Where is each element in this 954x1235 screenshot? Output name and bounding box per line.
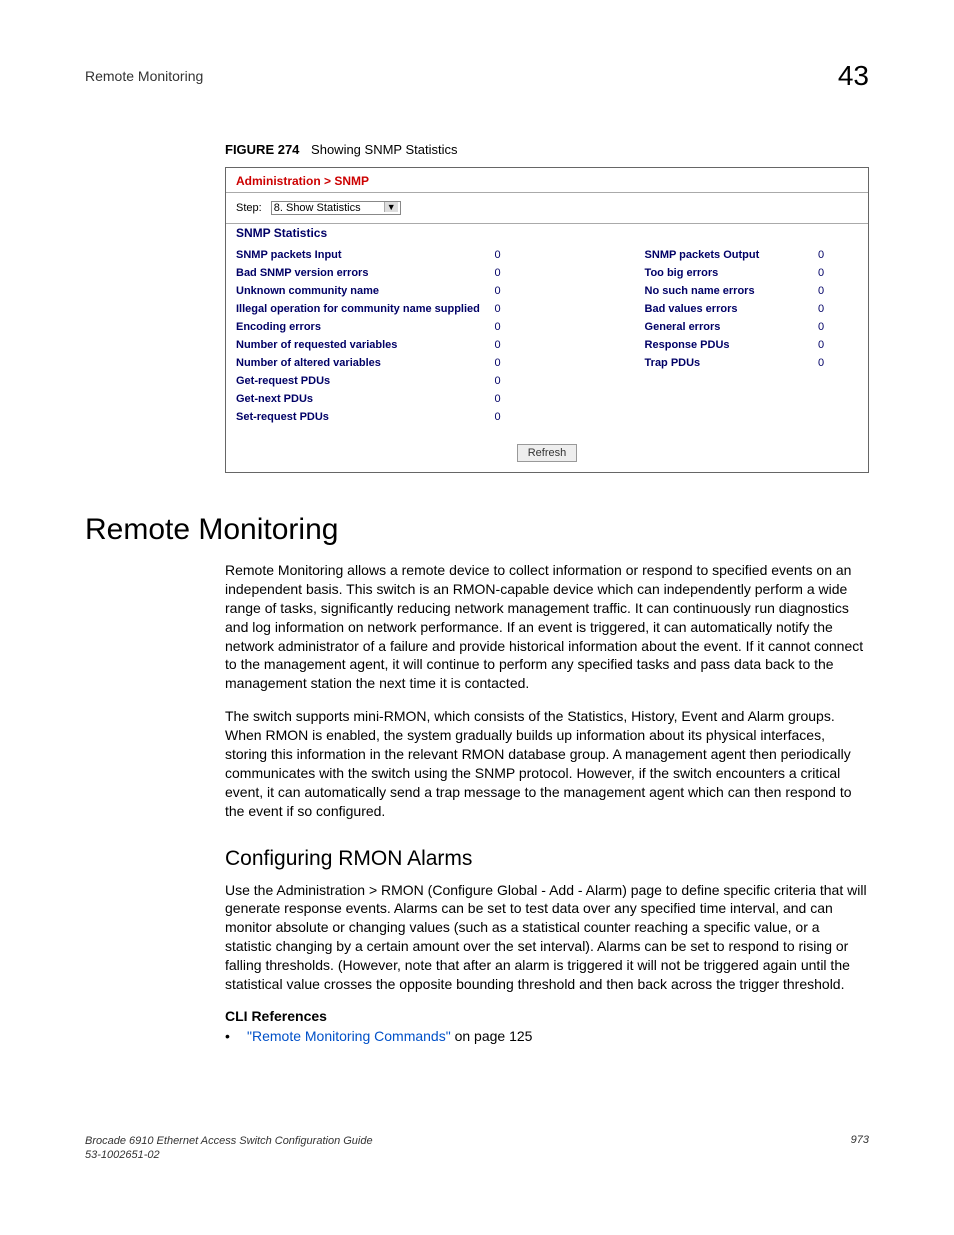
- stat-row: Illegal operation for community name sup…: [236, 300, 535, 318]
- stat-label: Trap PDUs: [535, 357, 818, 369]
- page-number: 973: [851, 1134, 869, 1163]
- stat-row: Encoding errors0: [236, 318, 535, 336]
- stat-row: Trap PDUs0: [535, 354, 858, 372]
- stat-label: Response PDUs: [535, 339, 818, 351]
- stat-value: 0: [495, 267, 535, 279]
- stats-grid: SNMP packets Input0Bad SNMP version erro…: [226, 246, 868, 436]
- stat-label: No such name errors: [535, 285, 818, 297]
- stats-title: SNMP Statistics: [226, 223, 868, 246]
- step-label: Step:: [236, 202, 262, 214]
- stat-value: 0: [495, 321, 535, 333]
- stat-value: 0: [495, 357, 535, 369]
- stat-label: Unknown community name: [236, 285, 495, 297]
- stat-value: 0: [495, 411, 535, 423]
- bullet-icon: •: [225, 1028, 247, 1044]
- stat-value: 0: [818, 357, 858, 369]
- stat-value: 0: [818, 339, 858, 351]
- refresh-button[interactable]: Refresh: [517, 444, 578, 462]
- stat-row: Unknown community name0: [236, 282, 535, 300]
- stat-row: Get-request PDUs0: [236, 372, 535, 390]
- subsection-p1: Use the Administration > RMON (Configure…: [225, 881, 869, 994]
- cli-text: "Remote Monitoring Commands" on page 125: [247, 1028, 532, 1044]
- cli-link[interactable]: "Remote Monitoring Commands": [247, 1028, 451, 1044]
- chevron-down-icon: ▼: [384, 202, 398, 212]
- stat-row: Too big errors0: [535, 264, 858, 282]
- refresh-row: Refresh: [226, 436, 868, 472]
- stat-row: Number of requested variables0: [236, 336, 535, 354]
- stat-value: 0: [818, 285, 858, 297]
- stat-label: Get-request PDUs: [236, 375, 495, 387]
- page-header: Remote Monitoring 43: [85, 60, 869, 92]
- stat-row: SNMP packets Input0: [236, 246, 535, 264]
- cli-tail: on page 125: [451, 1028, 533, 1044]
- stat-value: 0: [495, 249, 535, 261]
- stat-label: Encoding errors: [236, 321, 495, 333]
- page-footer: Brocade 6910 Ethernet Access Switch Conf…: [85, 1134, 869, 1163]
- step-dropdown[interactable]: 8. Show Statistics ▼: [271, 201, 401, 215]
- stat-value: 0: [818, 267, 858, 279]
- stat-value: 0: [495, 375, 535, 387]
- stat-label: General errors: [535, 321, 818, 333]
- stat-row: Bad values errors0: [535, 300, 858, 318]
- stat-value: 0: [818, 321, 858, 333]
- subsection-heading: Configuring RMON Alarms: [225, 847, 869, 871]
- stat-label: Illegal operation for community name sup…: [236, 303, 495, 315]
- stat-row: Get-next PDUs0: [236, 390, 535, 408]
- figure-panel: Administration > SNMP Step: 8. Show Stat…: [225, 167, 869, 473]
- stats-col-left: SNMP packets Input0Bad SNMP version erro…: [236, 246, 535, 426]
- stat-label: Set-request PDUs: [236, 411, 495, 423]
- stat-value: 0: [818, 303, 858, 315]
- section-p1: Remote Monitoring allows a remote device…: [225, 561, 869, 693]
- cli-bullet: • "Remote Monitoring Commands" on page 1…: [225, 1028, 869, 1044]
- stat-label: SNMP packets Input: [236, 249, 495, 261]
- stat-value: 0: [495, 339, 535, 351]
- stat-value: 0: [495, 285, 535, 297]
- stat-value: 0: [495, 393, 535, 405]
- stat-row: Set-request PDUs0: [236, 408, 535, 426]
- stat-label: Bad values errors: [535, 303, 818, 315]
- stat-label: Too big errors: [535, 267, 818, 279]
- stat-row: Bad SNMP version errors0: [236, 264, 535, 282]
- stat-label: Number of altered variables: [236, 357, 495, 369]
- stat-row: No such name errors0: [535, 282, 858, 300]
- section-p2: The switch supports mini-RMON, which con…: [225, 707, 869, 820]
- cli-references-heading: CLI References: [225, 1008, 869, 1024]
- figure-caption: FIGURE 274 Showing SNMP Statistics: [225, 142, 869, 157]
- footer-line2: 53-1002651-02: [85, 1148, 373, 1162]
- chapter-number: 43: [838, 60, 869, 92]
- stat-label: SNMP packets Output: [535, 249, 818, 261]
- figure-title: Showing SNMP Statistics: [311, 142, 457, 157]
- step-row: Step: 8. Show Statistics ▼: [226, 193, 868, 223]
- stat-label: Get-next PDUs: [236, 393, 495, 405]
- stats-col-right: SNMP packets Output0Too big errors0No su…: [535, 246, 858, 426]
- breadcrumb: Administration > SNMP: [226, 168, 868, 193]
- stat-label: Bad SNMP version errors: [236, 267, 495, 279]
- step-value: 8. Show Statistics: [274, 202, 361, 214]
- stat-row: SNMP packets Output0: [535, 246, 858, 264]
- header-section: Remote Monitoring: [85, 68, 203, 84]
- figure-label: FIGURE 274: [225, 142, 299, 157]
- stat-row: General errors0: [535, 318, 858, 336]
- stat-row: Number of altered variables0: [236, 354, 535, 372]
- section-heading: Remote Monitoring: [85, 513, 869, 547]
- stat-value: 0: [818, 249, 858, 261]
- stat-value: 0: [495, 303, 535, 315]
- footer-line1: Brocade 6910 Ethernet Access Switch Conf…: [85, 1134, 373, 1148]
- stat-label: Number of requested variables: [236, 339, 495, 351]
- stat-row: Response PDUs0: [535, 336, 858, 354]
